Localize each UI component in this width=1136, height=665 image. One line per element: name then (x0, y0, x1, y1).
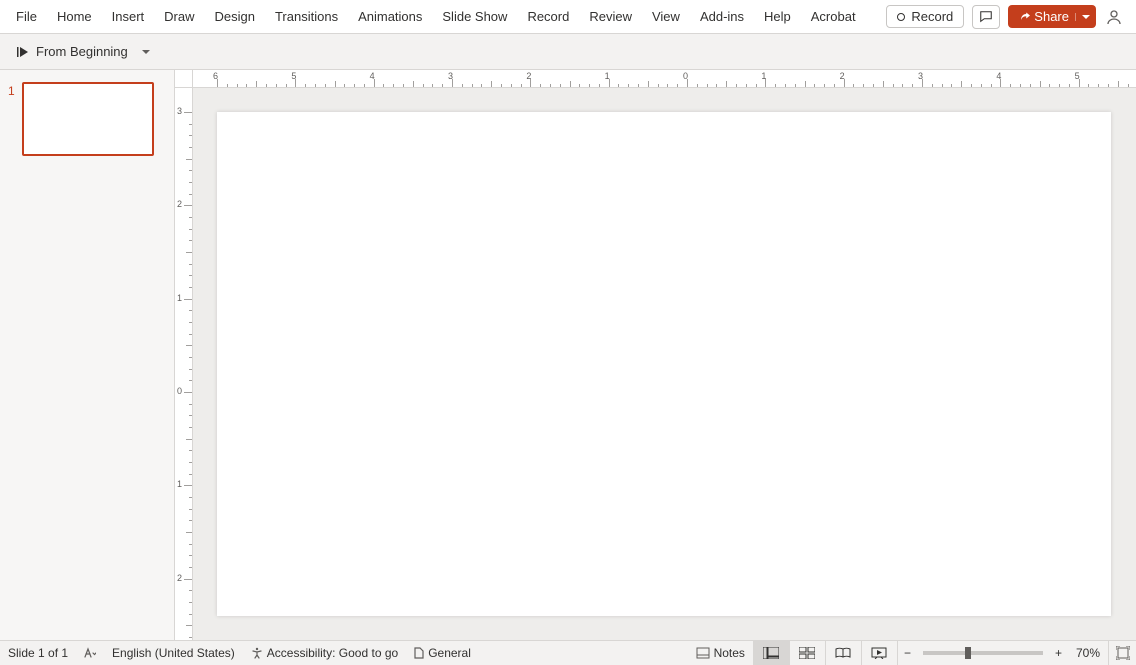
ruler-corner (175, 70, 193, 88)
tab-record[interactable]: Record (517, 0, 579, 34)
tab-draw[interactable]: Draw (154, 0, 204, 34)
comment-icon (979, 10, 993, 24)
slide-edit-area: 6543210123456 3210123 (175, 70, 1136, 640)
tab-file[interactable]: File (6, 0, 47, 34)
status-sensitivity-label: General (428, 646, 471, 660)
tab-slideshow[interactable]: Slide Show (432, 0, 517, 34)
status-bar: Slide 1 of 1 English (United States) Acc… (0, 640, 1136, 664)
fit-icon (1116, 646, 1130, 660)
play-from-start-icon (16, 45, 30, 59)
tab-insert[interactable]: Insert (102, 0, 155, 34)
notes-icon (696, 647, 710, 659)
tab-view[interactable]: View (642, 0, 690, 34)
status-spellcheck[interactable] (76, 641, 104, 665)
normal-view-button[interactable] (753, 641, 789, 665)
accessibility-icon (251, 647, 263, 659)
status-sensitivity[interactable]: General (406, 641, 479, 665)
slide-sorter-icon (799, 647, 815, 659)
status-slide-info: Slide 1 of 1 (0, 641, 76, 665)
tab-design[interactable]: Design (205, 0, 265, 34)
zoom-in-button[interactable]: + (1049, 641, 1068, 665)
slideshow-icon (871, 647, 887, 659)
tab-addins[interactable]: Add-ins (690, 0, 754, 34)
record-dot-icon (897, 13, 905, 21)
normal-view-icon (763, 647, 779, 659)
vertical-ruler[interactable]: 3210123 (175, 88, 193, 640)
tab-animations[interactable]: Animations (348, 0, 432, 34)
slide-thumbnail-pane: 1 (0, 70, 175, 640)
comments-button[interactable] (972, 5, 1000, 29)
ribbon-right: Record Share (886, 5, 1130, 29)
spellcheck-icon (84, 647, 96, 659)
slide-sorter-button[interactable] (789, 641, 825, 665)
status-accessibility[interactable]: Accessibility: Good to go (243, 641, 406, 665)
from-beginning-label: From Beginning (36, 44, 128, 59)
status-accessibility-label: Accessibility: Good to go (267, 646, 398, 660)
chevron-down-icon (1082, 13, 1090, 21)
horizontal-ruler[interactable]: 6543210123456 (193, 70, 1136, 88)
person-icon (1106, 9, 1122, 25)
chevron-down-icon (142, 48, 150, 56)
ribbon-tabs: File Home Insert Draw Design Transitions… (0, 0, 1136, 34)
record-button[interactable]: Record (886, 5, 964, 28)
notes-button[interactable]: Notes (688, 641, 753, 665)
slide-thumb-number: 1 (8, 82, 18, 156)
tab-acrobat[interactable]: Acrobat (801, 0, 866, 34)
share-dropdown[interactable] (1075, 13, 1090, 21)
zoom-slider[interactable] (923, 651, 1043, 655)
status-right: Notes − + 70% (688, 641, 1136, 665)
tag-icon (414, 647, 424, 659)
account-button[interactable] (1104, 7, 1124, 27)
share-icon (1018, 11, 1030, 23)
share-button[interactable]: Share (1008, 5, 1096, 28)
zoom-slider-thumb[interactable] (965, 647, 971, 659)
content-area: 1 6543210123456 3210123 (0, 70, 1136, 640)
slide-thumbnail-1[interactable] (22, 82, 154, 156)
share-button-label: Share (1034, 9, 1069, 24)
from-beginning-dropdown[interactable] (136, 44, 156, 60)
zoom-out-button[interactable]: − (897, 641, 917, 665)
tab-transitions[interactable]: Transitions (265, 0, 348, 34)
status-language[interactable]: English (United States) (104, 641, 243, 665)
fit-to-window-button[interactable] (1108, 641, 1136, 665)
reading-view-icon (835, 647, 851, 659)
tab-help[interactable]: Help (754, 0, 801, 34)
ribbon-toolbar: From Beginning (0, 34, 1136, 70)
slide-canvas[interactable] (217, 112, 1111, 616)
slide-thumb-wrap: 1 (8, 82, 166, 156)
slideshow-view-button[interactable] (861, 641, 897, 665)
reading-view-button[interactable] (825, 641, 861, 665)
zoom-percent[interactable]: 70% (1068, 641, 1108, 665)
view-buttons (753, 641, 897, 665)
record-button-label: Record (911, 9, 953, 24)
tab-home[interactable]: Home (47, 0, 102, 34)
notes-label: Notes (714, 646, 745, 660)
tab-review[interactable]: Review (579, 0, 642, 34)
from-beginning-button[interactable]: From Beginning (8, 40, 136, 63)
